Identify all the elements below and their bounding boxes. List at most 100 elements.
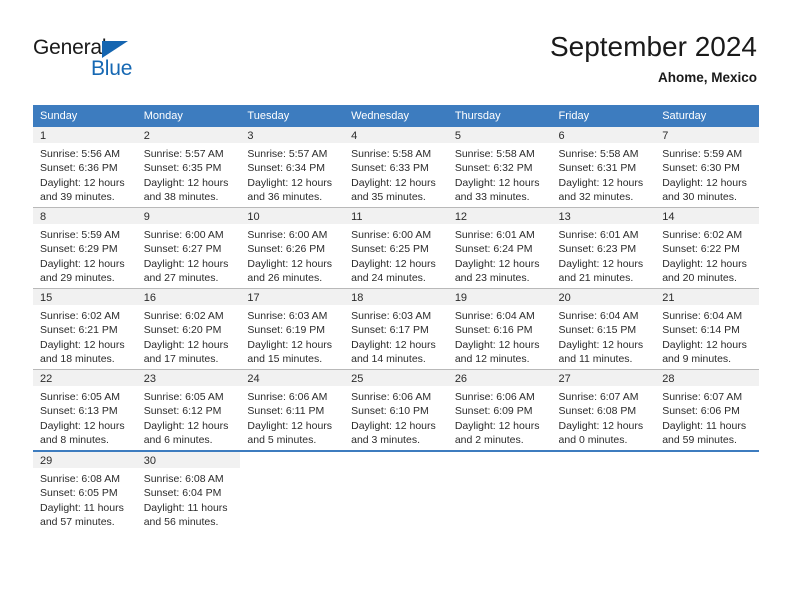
day-cell[interactable]: 21 Sunrise: 6:04 AM Sunset: 6:14 PM Dayl…	[655, 288, 759, 370]
sunset-text: Sunset: 6:08 PM	[558, 405, 637, 418]
daylight-text-line1: Daylight: 12 hours	[662, 176, 747, 189]
day-number: 25	[344, 370, 448, 386]
sunset-text: Sunset: 6:33 PM	[351, 162, 429, 175]
daylight-text-line1: Daylight: 12 hours	[40, 176, 125, 189]
day-cell[interactable]: 13 Sunrise: 6:01 AM Sunset: 6:23 PM Dayl…	[551, 207, 656, 289]
daylight-text-line2: and 26 minutes.	[247, 271, 323, 284]
day-cell[interactable]: 1 Sunrise: 5:56 AM Sunset: 6:36 PM Dayli…	[33, 127, 137, 208]
day-cell[interactable]: 29 Sunrise: 6:08 AM Sunset: 6:05 PM Dayl…	[33, 450, 137, 532]
daylight-text-line1: Daylight: 12 hours	[351, 419, 436, 432]
day-cell[interactable]: 20 Sunrise: 6:04 AM Sunset: 6:15 PM Dayl…	[551, 288, 656, 370]
day-cell[interactable]: 19 Sunrise: 6:04 AM Sunset: 6:16 PM Dayl…	[447, 288, 552, 370]
day-cell[interactable]: 27 Sunrise: 6:07 AM Sunset: 6:08 PM Dayl…	[551, 369, 656, 451]
day-number: 10	[240, 208, 345, 224]
sunset-text: Sunset: 6:15 PM	[558, 324, 637, 337]
general-blue-logo[interactable]: General Blue	[33, 36, 263, 92]
day-number	[344, 452, 448, 468]
daylight-text-line1: Daylight: 11 hours	[662, 419, 747, 432]
sunrise-text: Sunrise: 6:04 AM	[454, 310, 535, 322]
day-cell[interactable]: 17 Sunrise: 6:03 AM Sunset: 6:19 PM Dayl…	[240, 288, 345, 370]
day-details: Sunrise: 5:56 AM Sunset: 6:36 PM Dayligh…	[33, 143, 137, 204]
sunset-text: Sunset: 6:05 PM	[40, 487, 118, 500]
day-details: Sunrise: 5:57 AM Sunset: 6:34 PM Dayligh…	[240, 143, 344, 204]
day-cell[interactable]: 18 Sunrise: 6:03 AM Sunset: 6:17 PM Dayl…	[344, 288, 448, 370]
day-number: 2	[136, 127, 241, 143]
day-cell[interactable]: 6 Sunrise: 5:58 AM Sunset: 6:31 PM Dayli…	[551, 127, 656, 208]
day-details: Sunrise: 6:04 AM Sunset: 6:14 PM Dayligh…	[655, 305, 759, 366]
daylight-text-line2: and 14 minutes.	[351, 352, 426, 365]
day-number: 30	[136, 452, 241, 468]
sunrise-text: Sunrise: 6:03 AM	[351, 310, 432, 322]
sunrise-text: Sunrise: 6:05 AM	[143, 391, 224, 403]
day-cell[interactable]: 11 Sunrise: 6:00 AM Sunset: 6:25 PM Dayl…	[344, 207, 448, 289]
day-cell[interactable]: 14 Sunrise: 6:02 AM Sunset: 6:22 PM Dayl…	[655, 207, 759, 289]
day-cell[interactable]: 3 Sunrise: 5:57 AM Sunset: 6:34 PM Dayli…	[240, 127, 345, 208]
day-number: 29	[33, 452, 137, 468]
day-cell[interactable]: 25 Sunrise: 6:06 AM Sunset: 6:10 PM Dayl…	[344, 369, 448, 451]
weekday-header-tuesday: Tuesday	[240, 105, 345, 127]
sunrise-text: Sunrise: 6:03 AM	[247, 310, 328, 322]
sunset-text: Sunset: 6:30 PM	[662, 162, 740, 175]
daylight-text-line1: Daylight: 12 hours	[40, 257, 125, 270]
sunrise-text: Sunrise: 5:57 AM	[143, 148, 224, 160]
daylight-text-line2: and 36 minutes.	[247, 190, 323, 203]
day-number: 8	[33, 208, 137, 224]
day-cell[interactable]: 9 Sunrise: 6:00 AM Sunset: 6:27 PM Dayli…	[136, 207, 241, 289]
sunrise-text: Sunrise: 6:06 AM	[351, 391, 432, 403]
daylight-text-line2: and 5 minutes.	[247, 433, 317, 446]
day-details: Sunrise: 6:00 AM Sunset: 6:25 PM Dayligh…	[344, 224, 448, 285]
day-cell[interactable]: 7 Sunrise: 5:59 AM Sunset: 6:30 PM Dayli…	[655, 127, 759, 208]
sunset-text: Sunset: 6:25 PM	[351, 243, 429, 256]
day-cell[interactable]: 2 Sunrise: 5:57 AM Sunset: 6:35 PM Dayli…	[136, 127, 241, 208]
day-details: Sunrise: 5:58 AM Sunset: 6:33 PM Dayligh…	[344, 143, 448, 204]
daylight-text-line2: and 20 minutes.	[662, 271, 737, 284]
day-details: Sunrise: 5:59 AM Sunset: 6:29 PM Dayligh…	[33, 224, 137, 285]
day-details: Sunrise: 6:01 AM Sunset: 6:24 PM Dayligh…	[448, 224, 552, 285]
sunset-text: Sunset: 6:26 PM	[247, 243, 326, 256]
day-number: 19	[447, 289, 552, 305]
day-number: 4	[344, 127, 448, 143]
day-details: Sunrise: 6:08 AM Sunset: 6:05 PM Dayligh…	[33, 468, 137, 529]
day-cell[interactable]: 12 Sunrise: 6:01 AM Sunset: 6:24 PM Dayl…	[447, 207, 552, 289]
day-cell[interactable]: 30 Sunrise: 6:08 AM Sunset: 6:04 PM Dayl…	[136, 450, 241, 532]
day-cell[interactable]: 22 Sunrise: 6:05 AM Sunset: 6:13 PM Dayl…	[33, 369, 137, 451]
calendar-body: 1 Sunrise: 5:56 AM Sunset: 6:36 PM Dayli…	[33, 127, 759, 532]
day-cell[interactable]: 10 Sunrise: 6:00 AM Sunset: 6:26 PM Dayl…	[240, 207, 345, 289]
sunset-text: Sunset: 6:36 PM	[40, 162, 118, 175]
daylight-text-line1: Daylight: 12 hours	[454, 176, 540, 189]
daylight-text-line1: Daylight: 12 hours	[143, 257, 229, 270]
daylight-text-line2: and 27 minutes.	[143, 271, 219, 284]
day-cell[interactable]: 5 Sunrise: 5:58 AM Sunset: 6:32 PM Dayli…	[447, 127, 552, 208]
day-number: 17	[240, 289, 345, 305]
day-cell[interactable]: 8 Sunrise: 5:59 AM Sunset: 6:29 PM Dayli…	[33, 207, 137, 289]
week-row: 1 Sunrise: 5:56 AM Sunset: 6:36 PM Dayli…	[33, 127, 759, 208]
sunset-text: Sunset: 6:29 PM	[40, 243, 118, 256]
sunset-text: Sunset: 6:24 PM	[454, 243, 533, 256]
sunrise-text: Sunrise: 6:07 AM	[662, 391, 743, 403]
day-cell[interactable]: 16 Sunrise: 6:02 AM Sunset: 6:20 PM Dayl…	[136, 288, 241, 370]
day-cell[interactable]: 24 Sunrise: 6:06 AM Sunset: 6:11 PM Dayl…	[240, 369, 345, 451]
day-details: Sunrise: 6:08 AM Sunset: 6:04 PM Dayligh…	[137, 468, 241, 529]
location-subtitle: Ahome, Mexico	[657, 70, 757, 85]
sunrise-text: Sunrise: 6:08 AM	[40, 473, 120, 485]
day-cell[interactable]: 26 Sunrise: 6:06 AM Sunset: 6:09 PM Dayl…	[447, 369, 552, 451]
week-row: 8 Sunrise: 5:59 AM Sunset: 6:29 PM Dayli…	[33, 207, 759, 289]
day-details: Sunrise: 6:06 AM Sunset: 6:10 PM Dayligh…	[344, 386, 448, 447]
daylight-text-line2: and 18 minutes.	[40, 352, 115, 365]
day-cell[interactable]: 15 Sunrise: 6:02 AM Sunset: 6:21 PM Dayl…	[33, 288, 137, 370]
day-details: Sunrise: 6:05 AM Sunset: 6:13 PM Dayligh…	[33, 386, 137, 447]
day-cell-empty	[344, 450, 448, 532]
daylight-text-line1: Daylight: 12 hours	[662, 257, 747, 270]
weekday-header-sunday: Sunday	[33, 105, 137, 127]
day-number: 21	[655, 289, 759, 305]
sunrise-text: Sunrise: 6:05 AM	[40, 391, 120, 403]
daylight-text-line1: Daylight: 12 hours	[558, 419, 644, 432]
daylight-text-line1: Daylight: 12 hours	[558, 257, 644, 270]
day-cell[interactable]: 28 Sunrise: 6:07 AM Sunset: 6:06 PM Dayl…	[655, 369, 759, 451]
day-number	[655, 452, 759, 468]
day-cell[interactable]: 4 Sunrise: 5:58 AM Sunset: 6:33 PM Dayli…	[344, 127, 448, 208]
sunset-text: Sunset: 6:31 PM	[558, 162, 637, 175]
daylight-text-line1: Daylight: 12 hours	[351, 338, 436, 351]
sunrise-text: Sunrise: 6:04 AM	[662, 310, 743, 322]
day-cell[interactable]: 23 Sunrise: 6:05 AM Sunset: 6:12 PM Dayl…	[136, 369, 241, 451]
